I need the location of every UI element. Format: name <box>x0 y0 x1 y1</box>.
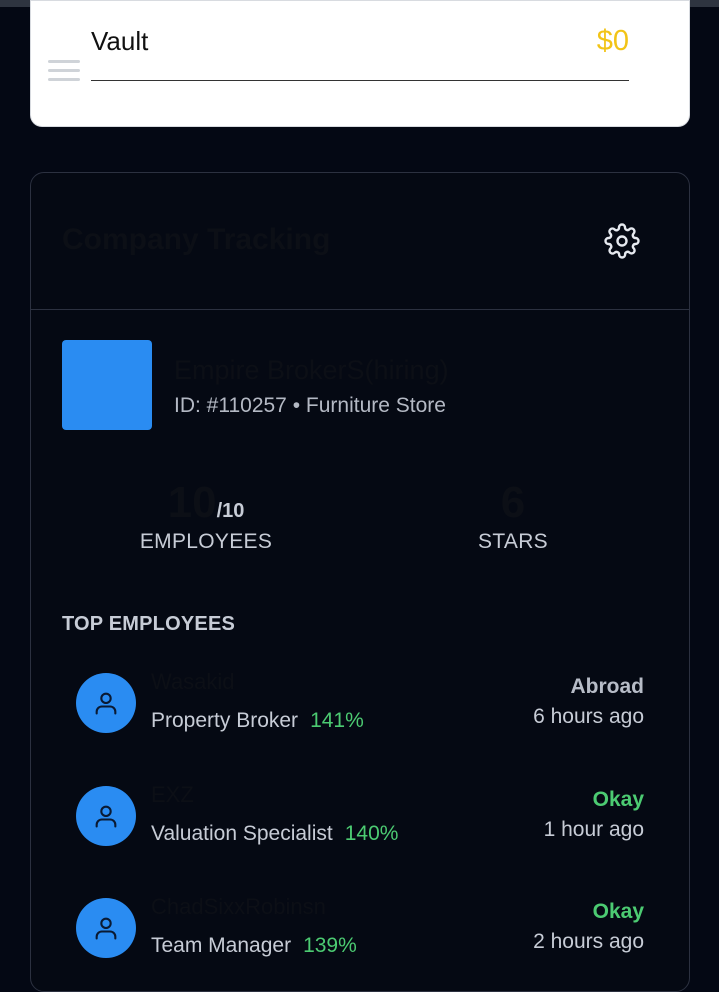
vault-card: Vault $0 <box>30 0 690 127</box>
employee-status: Okay <box>592 788 644 811</box>
employee-role-text: Valuation Specialist <box>151 822 333 845</box>
top-employees-title: TOP EMPLOYEES <box>62 613 236 635</box>
company-name[interactable]: Empire BrokerS(hiring) <box>174 355 449 386</box>
employee-role: Valuation Specialist 140% <box>151 822 398 846</box>
vault-amount: $0 <box>596 25 629 57</box>
avatar <box>76 786 136 846</box>
employee-role: Team Manager 139% <box>151 934 357 958</box>
employees-max: /10 <box>216 500 245 522</box>
employee-effectiveness: 139% <box>303 934 357 957</box>
employee-name[interactable]: EXZ <box>151 782 194 808</box>
gear-icon[interactable] <box>604 223 640 259</box>
user-icon <box>95 805 117 828</box>
card-divider <box>31 309 689 310</box>
vault-label: Vault <box>91 26 149 56</box>
stars-label: STARS <box>478 530 548 553</box>
employee-name[interactable]: ChadSixxRobinsn <box>151 894 326 920</box>
company-logo <box>62 340 152 430</box>
vault-underline <box>91 80 629 81</box>
stars-stat: 6 STARS <box>438 478 588 554</box>
card-title: Company Tracking <box>62 223 331 256</box>
list-item[interactable]: Wasakid Property Broker 141% Abroad 6 hou… <box>76 669 645 743</box>
user-icon <box>95 917 117 940</box>
employee-effectiveness: 140% <box>344 822 399 845</box>
employee-name[interactable]: Wasakid <box>151 669 235 695</box>
stars-count: 6 <box>500 478 526 527</box>
employee-role: Property Broker 141% <box>151 709 364 733</box>
avatar <box>76 673 136 733</box>
company-tracking-card: Company Tracking Empire BrokerS(hiring) … <box>30 172 690 992</box>
user-icon <box>95 692 117 715</box>
employees-count: 10 <box>167 478 217 527</box>
employee-last-action: 2 hours ago <box>533 930 644 953</box>
menu-icon[interactable] <box>48 60 80 84</box>
employees-label: EMPLOYEES <box>139 530 273 553</box>
list-item[interactable]: ChadSixxRobinsn Team Manager 139% Okay 2 … <box>76 894 644 968</box>
employee-role-text: Property Broker <box>151 709 299 732</box>
avatar <box>76 898 136 958</box>
company-meta: ID: #110257 • Furniture Store <box>174 394 446 417</box>
employee-last-action: 6 hours ago <box>533 705 644 728</box>
employees-stat: 10/10 EMPLOYEES <box>121 478 291 554</box>
employee-status: Abroad <box>570 675 645 698</box>
employee-status: Okay <box>592 900 644 923</box>
employee-last-action: 1 hour ago <box>543 818 644 841</box>
list-item[interactable]: EXZ Valuation Specialist 140% Okay 1 hour… <box>76 782 644 856</box>
employee-effectiveness: 141% <box>310 709 364 732</box>
employee-role-text: Team Manager <box>151 934 292 957</box>
